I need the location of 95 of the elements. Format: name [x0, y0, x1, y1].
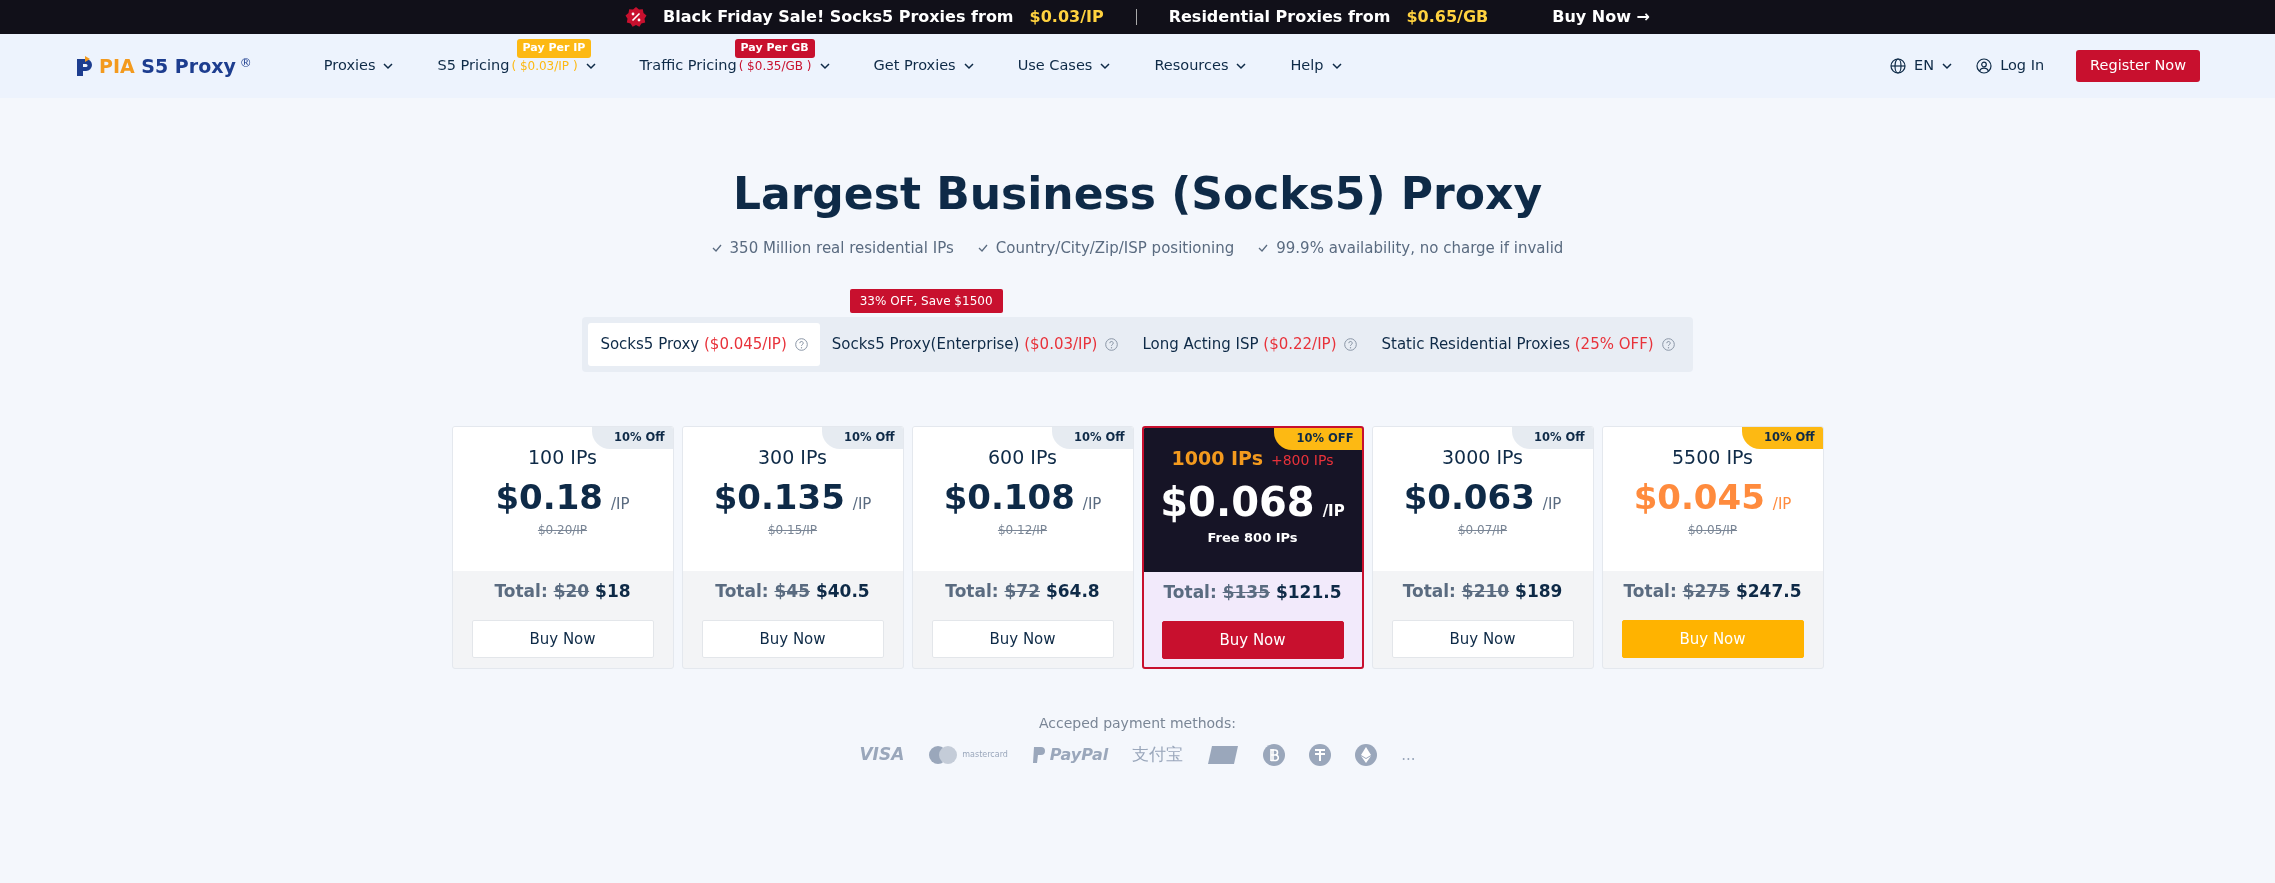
product-tab[interactable]: Static Residential Proxies (25% OFF)	[1369, 323, 1687, 366]
nav-link[interactable]: Help	[1290, 55, 1342, 77]
original-price: $0.07/IP	[1457, 521, 1508, 539]
logo-icon	[75, 55, 95, 77]
discount-tag: 33% OFF, Save $1500	[849, 289, 1003, 314]
feature-text: Country/City/Zip/ISP positioning	[995, 237, 1235, 259]
original-price: $0.05/IP	[1687, 521, 1738, 539]
ethereum-icon	[1355, 744, 1378, 767]
original-price: $0.12/IP	[997, 521, 1048, 539]
login-link[interactable]: Log In	[1976, 55, 2045, 77]
nav-link[interactable]: Resources	[1154, 55, 1247, 77]
promo-text: Black Friday Sale! Socks5 Proxies from	[663, 6, 1014, 28]
original-price: $0.15/IP	[767, 521, 818, 539]
promo-link[interactable]: Buy Now →	[1552, 5, 1650, 29]
register-button[interactable]: Register Now	[2076, 50, 2200, 82]
unit-price: $0.068	[1160, 480, 1315, 525]
chevron-down-icon	[1942, 62, 1953, 70]
promo-price: $0.65/GB	[1406, 6, 1489, 28]
globe-icon	[1890, 58, 1907, 74]
visa-logo: VISA	[859, 743, 905, 767]
nav-link[interactable]: Use Cases	[1017, 55, 1111, 77]
chevron-down-icon	[1331, 62, 1342, 70]
help-icon	[1105, 338, 1119, 352]
chevron-down-icon	[819, 62, 830, 70]
chevron-down-icon	[585, 62, 596, 70]
nav-link[interactable]: S5 Pricing( $0.03/IP )	[437, 55, 596, 77]
paypal-logo: PayPal	[1031, 743, 1109, 768]
check-icon	[977, 244, 988, 253]
alipay-logo: 支付宝	[1132, 743, 1184, 767]
price-unit: /IP	[852, 494, 872, 516]
total-price: Total: $135 $121.5	[1163, 580, 1342, 604]
total-price: Total: $210 $189	[1402, 579, 1563, 603]
feature-text: 350 Million real residential IPs	[729, 237, 954, 259]
chevron-down-icon	[963, 62, 974, 70]
unit-price: $0.045	[1633, 479, 1765, 517]
tether-icon	[1309, 744, 1332, 767]
promo-price: $0.03/IP	[1029, 6, 1104, 28]
check-icon	[711, 244, 722, 253]
chevron-down-icon	[383, 62, 394, 70]
price-unit: /IP	[1542, 494, 1562, 516]
p-icon	[1031, 746, 1046, 765]
free-note: Free 800 IPs	[1207, 529, 1298, 548]
check-icon	[1258, 244, 1269, 253]
price-unit: /IP	[1082, 494, 1102, 516]
buy-button[interactable]: Buy Now	[1161, 621, 1344, 660]
discount-badge: 10% Off	[1051, 426, 1133, 450]
total-price: Total: $72 $64.8	[945, 579, 1100, 603]
unit-price: $0.135	[713, 479, 845, 517]
help-icon	[794, 338, 808, 352]
nav-link[interactable]: Traffic Pricing( $0.35/GB )	[639, 55, 830, 77]
total-price: Total: $45 $40.5	[715, 579, 870, 603]
brand-name[interactable]: PIA S5 Proxy	[99, 51, 236, 81]
product-tab[interactable]: Socks5 Proxy ($0.045/IP)	[588, 323, 820, 366]
total-price: Total: $20 $18	[494, 579, 631, 603]
bonus-quantity: +800 IPs	[1270, 450, 1334, 470]
plan-quantity: 1000 IPs	[1171, 445, 1263, 471]
buy-button[interactable]: Buy Now	[1391, 620, 1574, 659]
original-price: $0.20/IP	[537, 521, 588, 539]
chevron-down-icon	[1100, 62, 1111, 70]
unit-price: $0.063	[1403, 479, 1535, 517]
promo-text: Residential Proxies from	[1168, 6, 1391, 28]
chevron-down-icon	[1236, 62, 1247, 70]
registered-mark: ®	[239, 54, 252, 72]
more-text: ...	[1401, 744, 1416, 766]
payment-label: Acceped payment methods:	[1038, 714, 1237, 734]
buy-button[interactable]: Buy Now	[931, 620, 1114, 659]
feature-text: 99.9% availability, no charge if invalid	[1276, 237, 1564, 259]
help-icon	[1344, 338, 1358, 352]
user-icon	[1976, 58, 1993, 74]
mastercard-logo: mastercard	[928, 745, 1008, 766]
buy-button[interactable]: Buy Now	[471, 620, 654, 659]
discount-badge: 10% Off	[1741, 426, 1823, 450]
page-title: Largest Business (Socks5) Proxy	[732, 168, 1543, 221]
card-icon	[1207, 745, 1240, 766]
nav-badge: Pay Per IP	[516, 39, 592, 58]
discount-badge: 10% Off	[1511, 426, 1593, 450]
price-unit: /IP	[1772, 494, 1792, 516]
price-unit: /IP	[1322, 501, 1345, 523]
nav-link[interactable]: Proxies	[323, 55, 394, 77]
discount-icon	[625, 6, 648, 28]
discount-badge: 10% Off	[591, 426, 673, 450]
buy-button[interactable]: Buy Now	[701, 620, 884, 659]
discount-badge: 10% Off	[821, 426, 903, 450]
circles-icon	[928, 745, 959, 766]
bitcoin-icon	[1263, 744, 1286, 767]
unit-price: $0.18	[495, 479, 603, 517]
unit-price: $0.108	[943, 479, 1075, 517]
discount-badge: 10% OFF	[1274, 427, 1362, 451]
language-selector[interactable]: EN	[1890, 55, 1953, 77]
nav-link[interactable]: Get Proxies	[873, 55, 974, 77]
nav-badge: Pay Per GB	[734, 39, 815, 58]
help-icon	[1661, 338, 1675, 352]
price-unit: /IP	[611, 494, 630, 516]
product-tab[interactable]: Long Acting ISP ($0.22/IP)	[1130, 323, 1370, 366]
total-price: Total: $275 $247.5	[1623, 579, 1802, 603]
